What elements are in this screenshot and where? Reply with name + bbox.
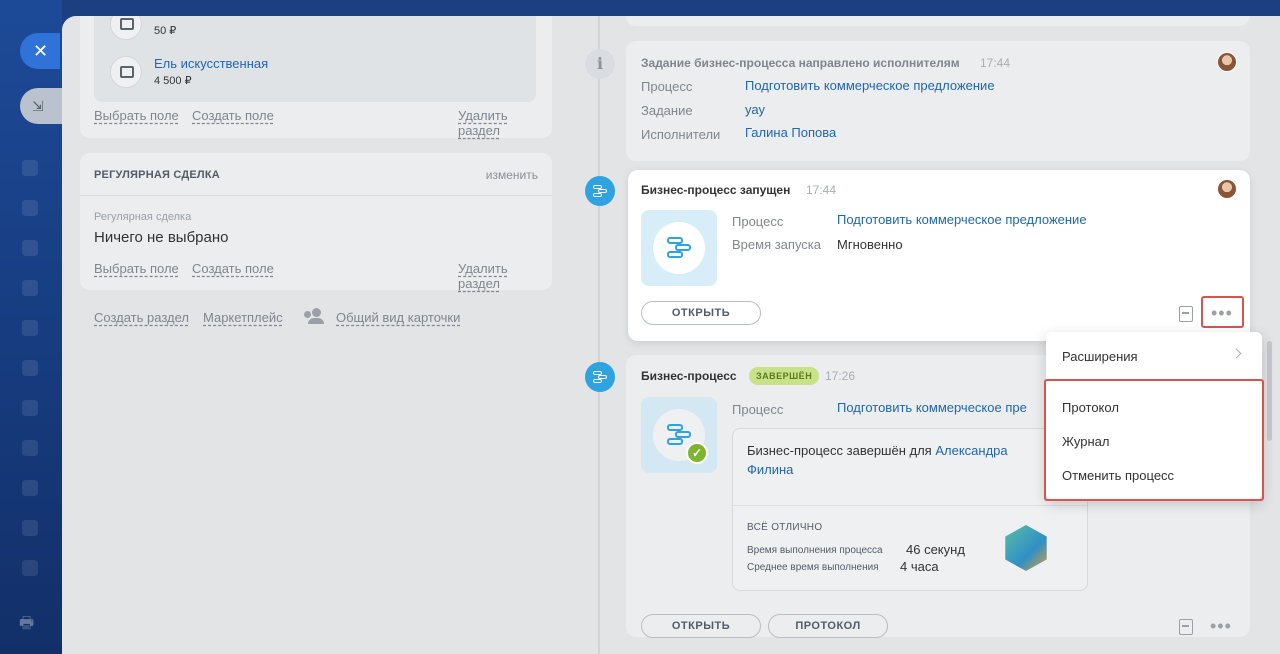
process-label: Процесс xyxy=(732,214,784,229)
process-link[interactable]: Подготовить коммерческое предложение xyxy=(837,212,1087,227)
avg-duration-label: Среднее время выполнения xyxy=(747,562,879,573)
task-link[interactable]: уау xyxy=(745,102,765,117)
card-time: 17:44 xyxy=(806,183,837,197)
choose-field-link[interactable]: Выбрать поле xyxy=(94,108,179,123)
process-label: Процесс xyxy=(641,79,693,94)
marketplace-link[interactable]: Маркетплейс xyxy=(203,310,283,325)
product-price: 50 ₽ xyxy=(154,25,177,37)
section-title: РЕГУЛЯРНАЯ СДЕЛКА xyxy=(94,169,220,181)
choose-field-link[interactable]: Выбрать поле xyxy=(94,261,179,276)
card-time: 17:26 xyxy=(825,369,856,383)
rating-badge-icon xyxy=(1005,525,1047,571)
note-icon[interactable] xyxy=(1179,306,1193,322)
create-section-link[interactable]: Создать раздел xyxy=(94,310,189,325)
result-card: Бизнес-процесс завершён для Александра Ф… xyxy=(732,428,1088,591)
status-badge: ЗАВЕРШЁН xyxy=(749,367,820,385)
duration-label: Время выполнения процесса xyxy=(747,545,883,556)
create-field-link[interactable]: Создать поле xyxy=(192,108,274,123)
more-icon[interactable]: ••• xyxy=(1210,617,1232,635)
business-process-tile-icon xyxy=(641,210,717,286)
user-avatar[interactable] xyxy=(1217,52,1237,72)
user-link[interactable]: Александра xyxy=(935,443,1007,458)
avg-duration-value: 4 часа xyxy=(900,559,939,574)
timeline-line xyxy=(598,16,600,654)
business-process-icon xyxy=(585,176,615,206)
delete-section-link[interactable]: Удалить раздел xyxy=(458,261,552,291)
users-icon xyxy=(304,308,328,324)
product-name[interactable]: Ель искусственная xyxy=(154,56,268,71)
executors-label: Исполнители xyxy=(641,127,721,142)
business-process-tile-icon xyxy=(641,397,717,473)
rail-icon[interactable] xyxy=(22,520,38,536)
open-button[interactable]: ОТКРЫТЬ xyxy=(641,614,761,638)
rail-icon[interactable] xyxy=(22,480,38,496)
card-title: Бизнес-процесс запущен xyxy=(641,183,791,197)
info-icon: i xyxy=(585,49,615,79)
divider xyxy=(80,195,552,196)
create-field-link[interactable]: Создать поле xyxy=(192,261,274,276)
rail-icon[interactable] xyxy=(22,440,38,456)
user-link[interactable]: Филина xyxy=(747,462,793,477)
note-icon[interactable] xyxy=(1179,619,1193,635)
product-price: 4 500 ₽ xyxy=(154,75,192,87)
bp-started-card: Бизнес-процесс запущен 17:44 Процесс Под… xyxy=(628,170,1250,341)
start-time-label: Время запуска xyxy=(732,237,822,252)
delete-section-link[interactable]: Удалить раздел xyxy=(458,108,552,138)
highlight-frame xyxy=(1044,379,1264,501)
user-avatar[interactable] xyxy=(1217,179,1237,199)
process-label: Процесс xyxy=(732,402,784,417)
timeline-card-partial xyxy=(626,16,1250,26)
collapse-icon: ⇲ xyxy=(32,98,44,114)
process-link[interactable]: Подготовить коммерческое пре xyxy=(837,400,1027,415)
scrollbar[interactable] xyxy=(1267,341,1272,441)
task-label: Задание xyxy=(641,103,693,118)
highlight-frame xyxy=(1201,296,1244,328)
menu-item-extensions[interactable]: Расширения xyxy=(1062,349,1138,364)
task-timeline-card: Задание бизнес-процесса направлено испол… xyxy=(626,41,1250,161)
collapse-slider-button[interactable]: ⇲ xyxy=(20,88,62,124)
rail-icon[interactable] xyxy=(22,560,38,576)
business-process-icon xyxy=(585,362,615,392)
common-card-view-link[interactable]: Общий вид карточки xyxy=(336,310,460,325)
products-section: 50 ₽ Ель искусственная 4 500 ₽ Выбрать п… xyxy=(80,16,552,138)
products-list: 50 ₽ Ель искусственная 4 500 ₽ xyxy=(94,16,536,102)
edit-section-link[interactable]: изменить xyxy=(486,168,538,182)
rail-icon[interactable] xyxy=(22,240,38,256)
field-label: Регулярная сделка xyxy=(94,211,192,223)
close-slider-button[interactable]: ✕ xyxy=(20,33,60,69)
regular-deal-section: РЕГУЛЯРНАЯ СДЕЛКА изменить Регулярная сд… xyxy=(80,153,552,291)
rail-icon[interactable] xyxy=(22,200,38,216)
close-icon: ✕ xyxy=(33,41,49,61)
check-icon: ✓ xyxy=(686,442,708,464)
print-icon[interactable]: 🖶 xyxy=(19,612,34,639)
rail-icon[interactable] xyxy=(22,280,38,296)
rail-icon[interactable] xyxy=(22,400,38,416)
divider xyxy=(733,505,1087,506)
field-value[interactable]: Ничего не выбрано xyxy=(94,229,228,246)
executor-link[interactable]: Галина Попова xyxy=(745,125,836,140)
product-image-icon xyxy=(110,56,142,88)
process-link[interactable]: Подготовить коммерческое предложение xyxy=(745,78,995,93)
product-image-icon xyxy=(110,16,142,40)
rail-icon[interactable] xyxy=(22,320,38,336)
start-time-value: Мгновенно xyxy=(837,237,903,252)
protocol-button[interactable]: ПРОТОКОЛ xyxy=(768,614,888,638)
rating-label: ВСЁ ОТЛИЧНО xyxy=(747,522,823,533)
rail-icon[interactable] xyxy=(22,360,38,376)
open-button[interactable]: ОТКРЫТЬ xyxy=(641,301,761,325)
result-text: Бизнес-процесс завершён для Александра Ф… xyxy=(747,441,1008,479)
card-title: Бизнес-процесс xyxy=(641,369,737,383)
card-time: 17:44 xyxy=(980,56,1011,70)
rail-icon[interactable] xyxy=(22,160,38,176)
duration-value: 46 секунд xyxy=(906,542,965,557)
chevron-right-icon xyxy=(1231,348,1242,359)
result-text-prefix: Бизнес-процесс завершён для xyxy=(747,443,932,458)
card-title: Задание бизнес-процесса направлено испол… xyxy=(641,56,960,70)
